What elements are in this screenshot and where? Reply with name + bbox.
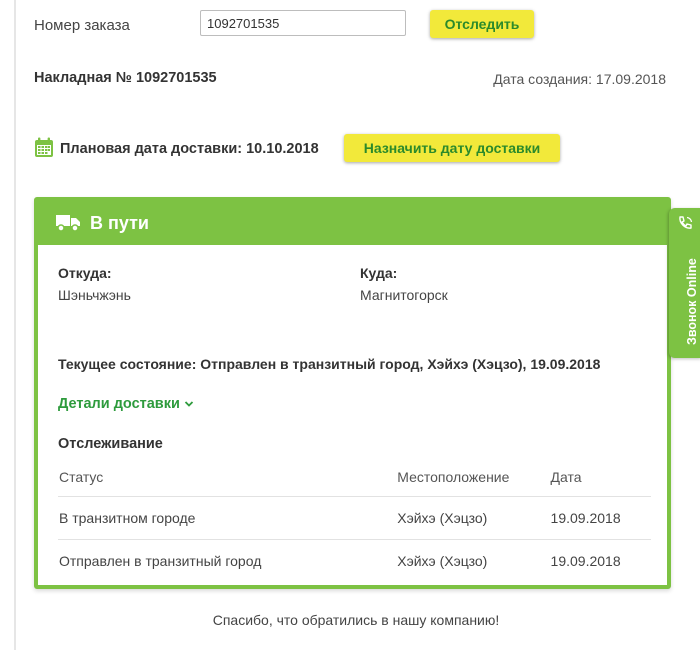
creation-date: Дата создания: 17.09.2018 — [493, 71, 666, 87]
column-header-date: Дата — [549, 457, 651, 497]
row-date: 19.09.2018 — [550, 553, 621, 569]
table-row: В транзитном городе Хэйхэ (Хэцзо) 19.09.… — [58, 496, 651, 540]
order-number-label: Номер заказа — [34, 16, 130, 34]
table-row: Отправлен в транзитный город Хэйхэ (Хэцз… — [58, 540, 651, 583]
thank-you-message: Спасибо, что обратились в нашу компанию! — [212, 612, 500, 628]
origin-value: Шэньчжэнь — [58, 287, 131, 303]
waybill-title: Накладная № 1092701535 — [34, 70, 217, 86]
row-location: Хэйхэ (Хэцзо) — [397, 553, 488, 569]
truck-icon — [56, 215, 80, 232]
status-header: В пути — [38, 201, 667, 245]
destination-value: Магнитогорск — [360, 287, 448, 303]
call-online-widget[interactable]: Звонок Online — [669, 208, 700, 358]
phone-icon — [679, 216, 693, 229]
track-button[interactable]: Отследить — [430, 10, 534, 38]
tracking-page: Номер заказа Отследить Накладная № 10927… — [14, 0, 696, 650]
planned-delivery-date: Плановая дата доставки: 10.10.2018 — [60, 141, 319, 157]
row-status: Отправлен в транзитный город — [59, 553, 262, 569]
shipment-status-card: В пути Откуда: Шэньчжэнь Куда: Магнитого… — [34, 197, 671, 589]
row-status: В транзитном городе — [58, 496, 397, 540]
column-header-status: Статус — [58, 457, 397, 497]
tracking-title: Отслеживание — [58, 436, 163, 452]
calendar-icon — [35, 137, 53, 157]
delivery-details-label: Детали доставки — [58, 396, 180, 412]
delivery-details-link[interactable]: Детали доставки — [58, 396, 194, 412]
destination-label: Куда: — [360, 265, 398, 281]
origin-label: Откуда: — [58, 265, 112, 281]
schedule-delivery-button[interactable]: Назначить дату доставки — [344, 134, 560, 162]
status-title: В пути — [90, 212, 149, 233]
current-status: Текущее состояние: Отправлен в транзитны… — [58, 356, 601, 372]
call-online-label: Звонок Online — [685, 258, 699, 345]
row-location: Хэйхэ (Хэцзо) — [396, 496, 550, 540]
column-header-location: Местоположение — [396, 457, 550, 497]
chevron-down-icon — [184, 401, 194, 407]
row-date: 19.09.2018 — [549, 496, 651, 540]
tracking-table: Статус Местоположение Дата В транзитном … — [58, 457, 651, 582]
order-number-input[interactable] — [200, 10, 406, 36]
table-header-row: Статус Местоположение Дата — [58, 457, 651, 497]
